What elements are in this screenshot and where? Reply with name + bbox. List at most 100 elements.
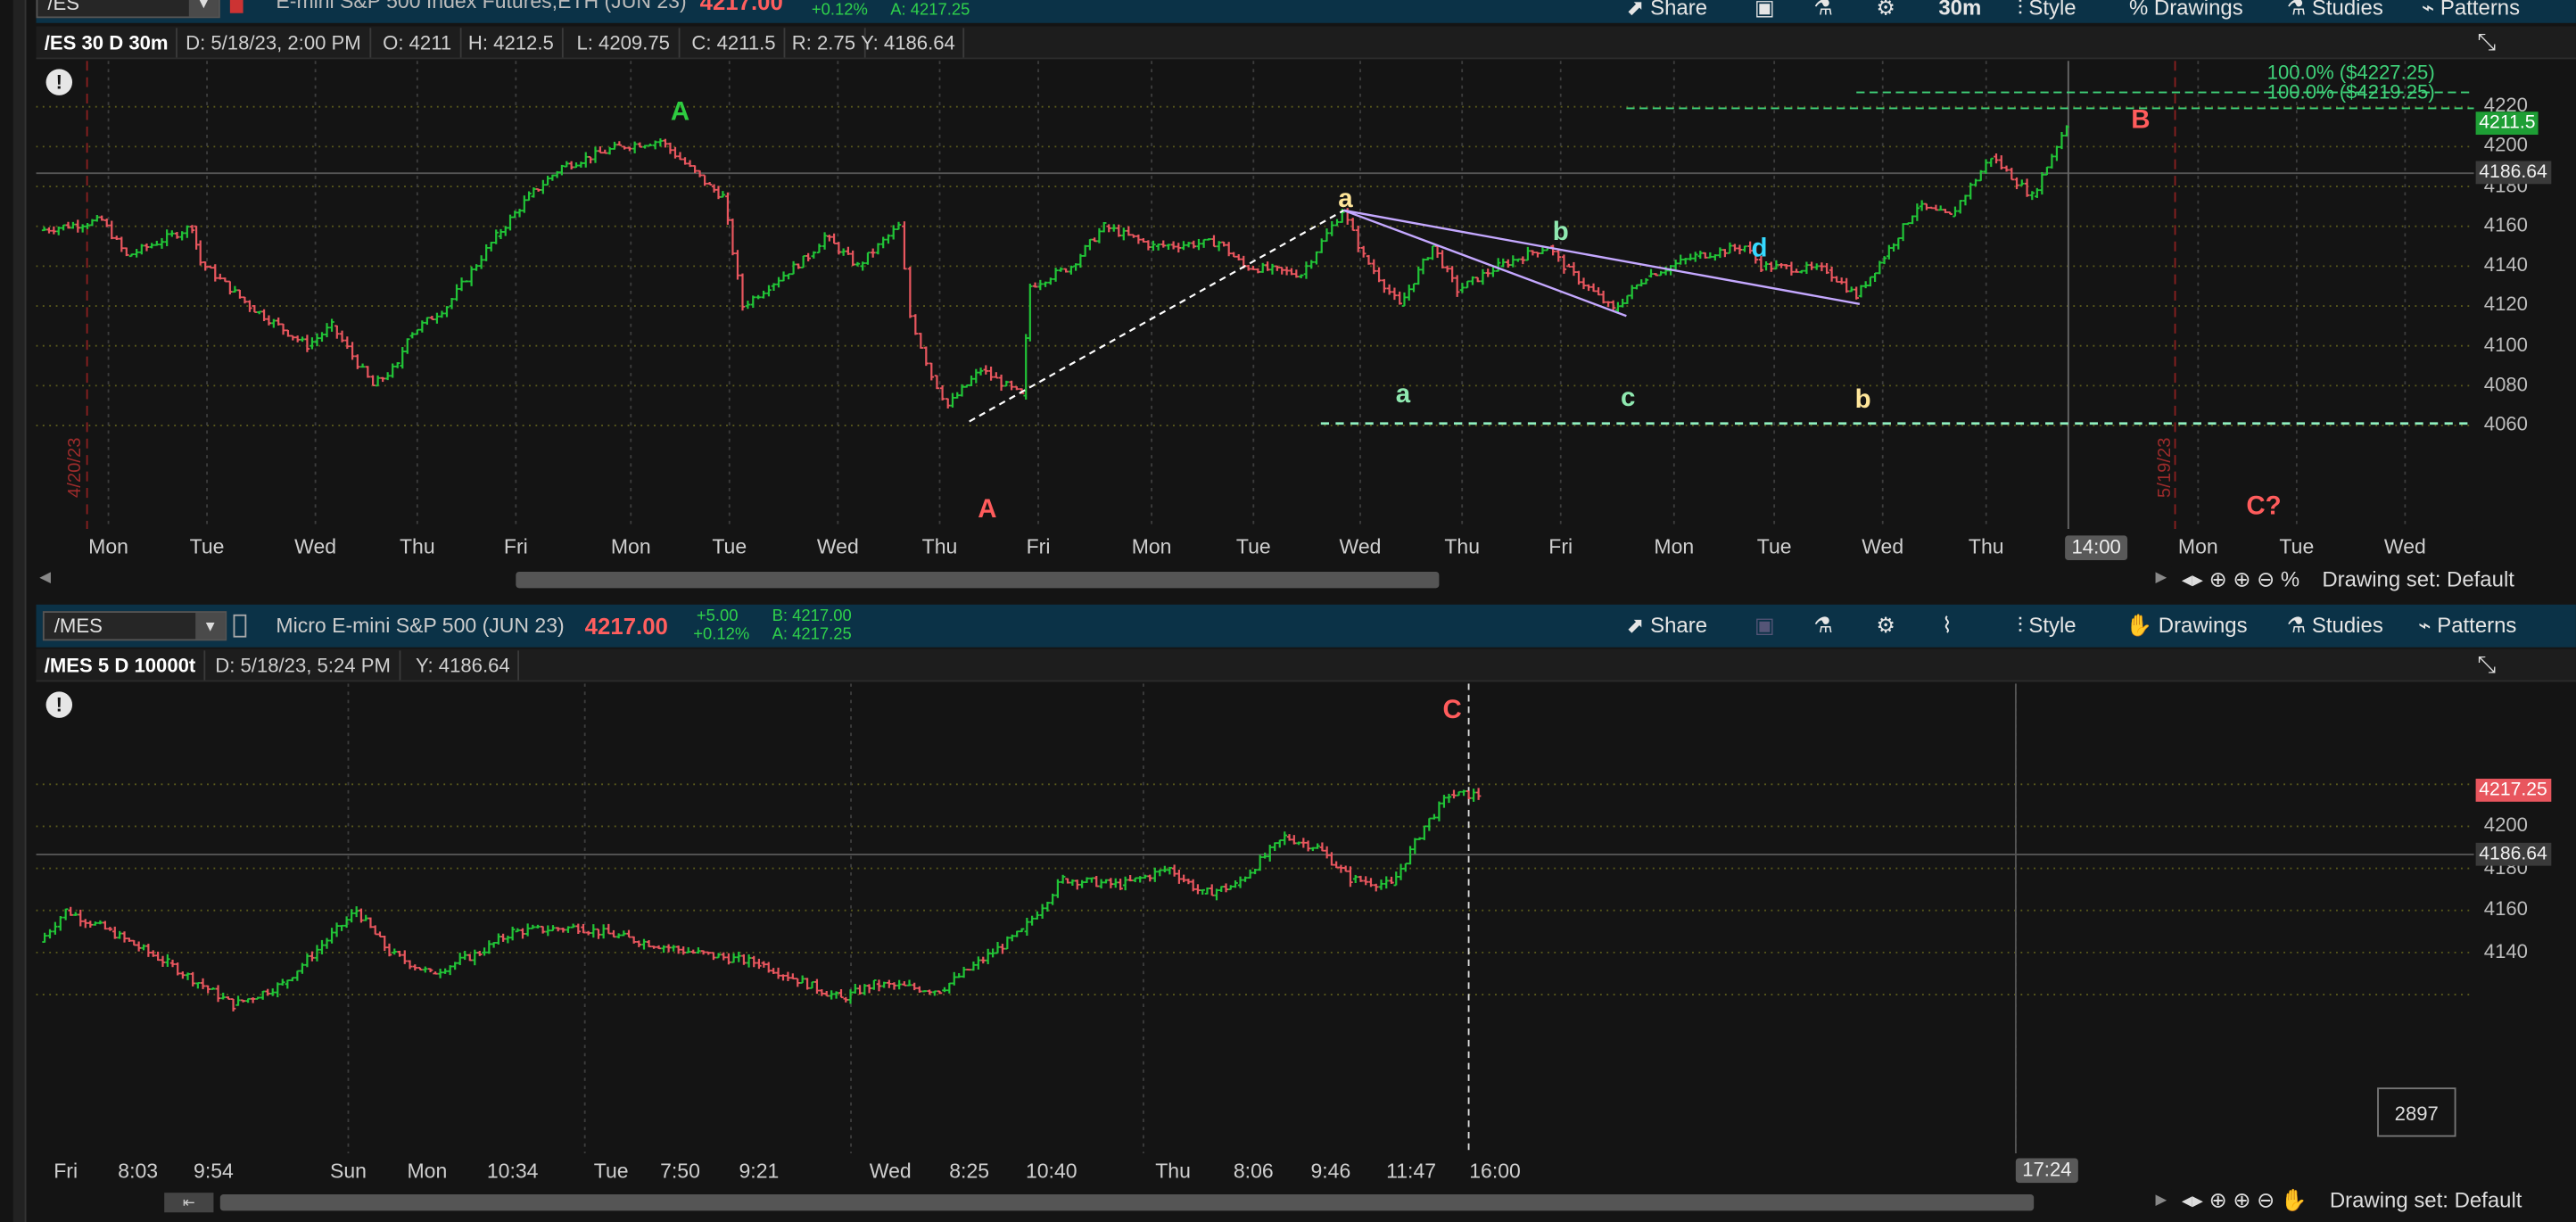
top-time-axis[interactable]: Mon Tue Wed Thu Fri Mon Tue Wed Thu Fri Mon Tue Wed T… (37, 529, 2576, 566)
top-style-label: Style (2028, 0, 2076, 21)
price-tick: 4200 (2483, 813, 2528, 837)
bottom-studies-button[interactable]: ⚗ Studies (2287, 609, 2383, 642)
wave-label: A (670, 98, 690, 127)
price-tick: 4080 (2483, 372, 2528, 396)
top-info-yclose: Y: 4186.64 (853, 28, 965, 58)
bottom-drawing-set[interactable]: Drawing set: Default (2330, 1188, 2522, 1213)
scroll-home-button[interactable]: ⇤ (164, 1193, 214, 1213)
top-drawing-set[interactable]: Drawing set: Default (2322, 566, 2514, 591)
top-screenshot-icon[interactable]: ▣ (1754, 0, 1775, 25)
top-drawings-button[interactable]: % Drawings (2129, 0, 2243, 25)
scroll-right-arrow[interactable]: ▶ (2155, 568, 2167, 586)
time-tick: Thu (1155, 1160, 1191, 1184)
pan-icon[interactable]: ◂▸ (2182, 566, 2203, 591)
time-tick: Wed (816, 535, 859, 559)
zoom-in-icon[interactable]: ⊕ (2233, 1188, 2250, 1213)
top-symbol-selector[interactable]: /ES ▼ (36, 0, 220, 19)
bottom-patterns-button[interactable]: ⌁ Patterns (2418, 609, 2516, 642)
time-tick: 8:25 (949, 1160, 990, 1184)
bottom-time-axis[interactable]: Fri 8:03 9:54 Sun Mon 10:34 Tue 7:50 9:21 Wed 8:25… (37, 1153, 2576, 1190)
top-flask-icon[interactable]: ⚗ (1813, 0, 1832, 25)
bottom-description: Micro E-mini S&P 500 (JUN 23) (276, 614, 565, 638)
top-patterns-button[interactable]: ⌁ Patterns (2422, 0, 2520, 25)
top-collapse-icon[interactable]: ⤡ (2477, 28, 2496, 55)
time-tick: 9:21 (739, 1160, 780, 1184)
bottom-scroll-thumb[interactable] (219, 1193, 2035, 1211)
bottom-change-abs: +5.00 (696, 607, 739, 626)
price-tick: 4200 (2483, 133, 2528, 157)
bottom-share-button[interactable]: ⬈ Share (1626, 609, 1707, 642)
pan-icon[interactable]: ◂▸ (2182, 1188, 2203, 1213)
time-tick: Wed (294, 535, 337, 559)
time-tick: Thu (399, 535, 435, 559)
bottom-symbol-selector[interactable]: /MES ▼ (42, 611, 227, 641)
wave-label: c (1621, 384, 1636, 413)
bottom-aggregation-icon[interactable]: ⌇ (1942, 609, 1953, 642)
time-cursor-box: 17:24 (2015, 1158, 2078, 1184)
time-tick: Mon (1654, 535, 1695, 559)
crosshair-icon[interactable]: ⊕ (2209, 1188, 2227, 1213)
scroll-left-arrow[interactable]: ◀ (39, 568, 51, 586)
top-studies-button[interactable]: ⚗ Studies (2287, 0, 2383, 25)
top-price-chart[interactable]: ! 100.0% ($4227.25) 100.0% ($4219.25) 4/… (36, 61, 2474, 530)
time-tick: Tue (712, 535, 747, 559)
time-tick: Wed (2383, 535, 2426, 559)
wave-label: a (1338, 186, 1353, 214)
top-scrollbar[interactable]: ◀ ▶ (36, 566, 2172, 590)
crosshair-price-label: 4186.64 (2475, 161, 2551, 186)
top-symbol-text: /ES (47, 0, 80, 15)
vertical-date-end: 5/19/23 (2155, 437, 2176, 499)
top-style-button[interactable]: ⫶ Style (2018, 0, 2076, 25)
bottom-screenshot-icon[interactable]: ▣ (1754, 609, 1775, 642)
bottom-flask-icon[interactable]: ⚗ (1813, 609, 1832, 642)
bottom-collapse-icon[interactable]: ⤡ (2477, 650, 2496, 678)
wave-label: d (1751, 235, 1768, 263)
bottom-studies-label: Studies (2311, 612, 2383, 638)
scroll-right-arrow[interactable]: ▶ (2155, 1191, 2167, 1209)
time-tick: 10:34 (486, 1160, 539, 1184)
time-tick: Mon (2177, 535, 2218, 559)
top-link-icon[interactable] (229, 0, 244, 13)
price-tick: 4160 (2483, 212, 2528, 236)
bottom-gear-icon[interactable]: ⚙ (1876, 609, 1895, 642)
bottom-price-chart[interactable]: ! C 2897 (36, 683, 2474, 1153)
price-tick: 4160 (2483, 896, 2528, 921)
top-price-axis[interactable]: 4220 4200 4180 4160 4140 4120 4100 4080 4060 4211… (2473, 61, 2576, 530)
bottom-drawings-button[interactable]: ✋ Drawings (2126, 609, 2247, 642)
zoom-out-icon[interactable]: ⊖ (2257, 566, 2275, 591)
top-share-button[interactable]: ⬈ Share (1626, 0, 1707, 25)
wave-label: b (1552, 218, 1569, 247)
bottom-scrollbar[interactable]: ⇤ ▶ (36, 1189, 2172, 1213)
top-scroll-thumb[interactable] (516, 571, 1440, 589)
zoom-out-icon[interactable]: ⊖ (2257, 1188, 2275, 1213)
percent-icon[interactable]: % (2281, 566, 2299, 591)
time-tick: Mon (88, 535, 128, 559)
alert-icon[interactable]: ! (45, 69, 73, 95)
time-tick: 8:03 (118, 1160, 159, 1184)
trend-line-upper (1343, 209, 1861, 305)
bottom-style-button[interactable]: ⫶ Style (2018, 609, 2076, 642)
time-tick: Tue (189, 535, 225, 559)
left-panel-grip[interactable] (12, 0, 27, 1222)
time-tick: 11:47 (1386, 1160, 1437, 1184)
chevron-down-icon[interactable]: ▼ (188, 0, 219, 17)
price-tick: 4120 (2483, 293, 2528, 317)
top-aggregation-button[interactable]: 30m (1938, 0, 1981, 25)
time-tick: Fri (54, 1160, 78, 1184)
wave-label-C: C (1442, 696, 1462, 725)
wave-label: C? (2246, 492, 2282, 521)
bottom-link-icon[interactable] (233, 614, 247, 638)
chevron-down-icon[interactable]: ▼ (195, 612, 226, 640)
time-tick: Fri (503, 535, 528, 559)
crosshair-icon[interactable]: ⊕ (2209, 566, 2227, 591)
zoom-in-icon[interactable]: ⊕ (2233, 566, 2250, 591)
top-patterns-label: Patterns (2440, 0, 2521, 21)
vertical-date-start: 4/20/23 (65, 437, 86, 499)
top-change: +0.12% (811, 1, 868, 21)
hand-icon[interactable]: ✋ (2281, 1188, 2308, 1213)
top-gear-icon[interactable]: ⚙ (1876, 0, 1895, 25)
bottom-price-axis[interactable]: 4200 4180 4160 4140 4217.25 4186.64 (2473, 683, 2576, 1153)
time-tick: Wed (1862, 535, 1904, 559)
alert-icon[interactable]: ! (45, 691, 73, 718)
bottom-last-price: 4217.00 (584, 612, 668, 640)
